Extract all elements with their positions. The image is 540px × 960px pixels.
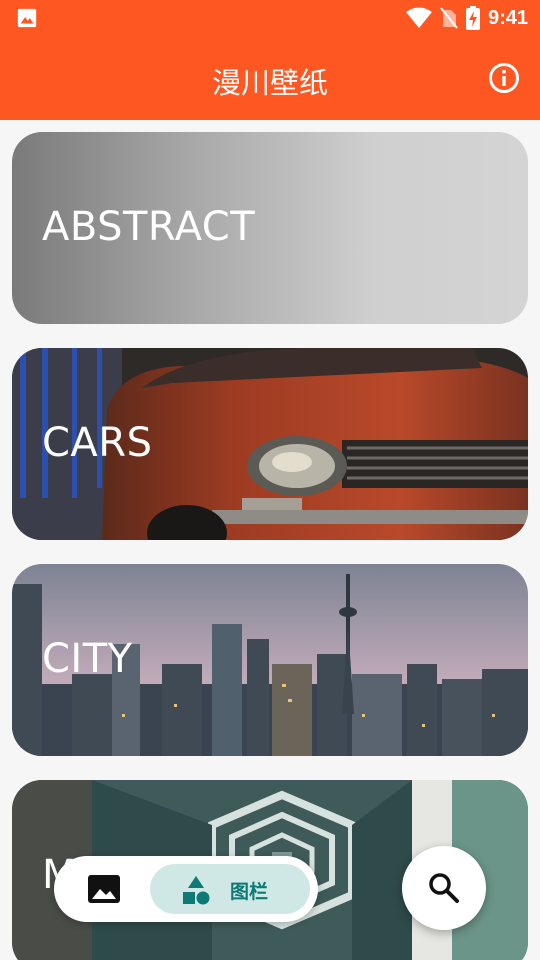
info-icon[interactable] <box>488 62 520 94</box>
category-label: CARS <box>42 420 153 466</box>
search-button[interactable] <box>402 846 486 930</box>
image-icon[interactable] <box>84 871 124 907</box>
category-label: CITY <box>42 636 133 682</box>
nav-category-label: 图栏 <box>230 881 269 903</box>
status-bar: 9:41 <box>0 0 540 36</box>
category-list: ABSTRACT CARS CITY <box>12 132 528 960</box>
search-icon <box>429 873 459 903</box>
gallery-icon <box>17 8 37 28</box>
status-time: 9:41 <box>487 6 528 29</box>
battery-charging-icon <box>465 6 480 30</box>
category-card-cars[interactable]: CARS <box>12 348 528 540</box>
bottom-navigation: 图栏 <box>54 856 318 922</box>
shapes-icon <box>183 876 210 905</box>
nav-item-category[interactable]: 图栏 <box>150 864 310 914</box>
app-title: 漫川壁纸 <box>211 66 328 100</box>
app-bar: 漫川壁纸 <box>0 36 540 120</box>
category-card-city[interactable]: CITY <box>12 564 528 756</box>
wifi-icon <box>405 7 432 28</box>
no-sim-icon <box>440 7 458 29</box>
category-card-abstract[interactable]: ABSTRACT <box>12 132 528 324</box>
category-label: ABSTRACT <box>42 204 256 250</box>
